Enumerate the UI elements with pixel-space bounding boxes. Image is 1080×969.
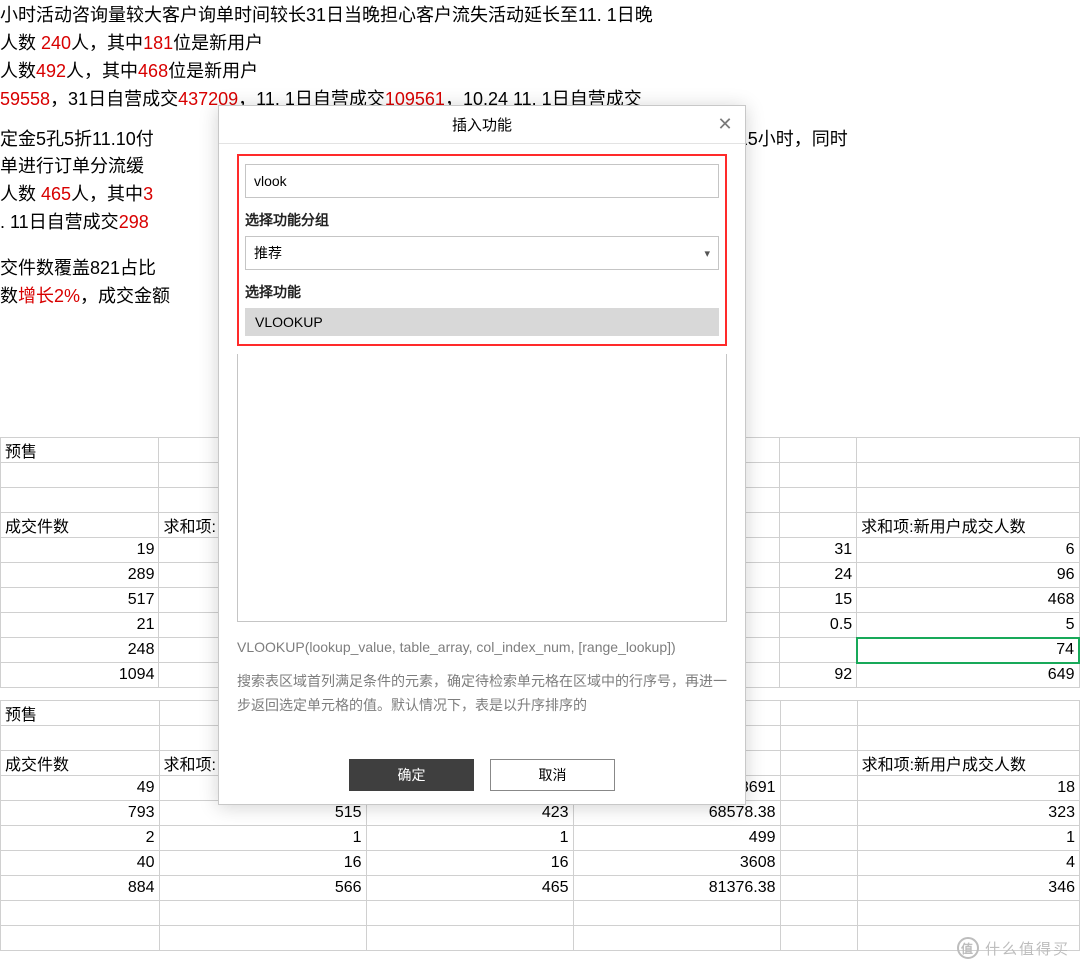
function-group-select[interactable]: 推荐 ▾ xyxy=(245,236,719,270)
table-row: 40161636084 xyxy=(1,851,1080,876)
table-row: 2114991 xyxy=(1,826,1080,851)
ok-button[interactable]: 确定 xyxy=(349,759,474,791)
function-description: VLOOKUP(lookup_value, table_array, col_i… xyxy=(237,636,727,746)
active-cell[interactable]: 74 xyxy=(857,638,1079,663)
select-value: 推荐 xyxy=(254,243,282,263)
group-label: 选择功能分组 xyxy=(245,210,719,230)
function-search-input[interactable] xyxy=(245,164,719,198)
function-list-label: 选择功能 xyxy=(245,282,719,302)
close-icon[interactable]: ✕ xyxy=(713,112,737,136)
presale-label[interactable]: 预售 xyxy=(1,438,159,463)
table-row xyxy=(1,926,1080,951)
table-row xyxy=(1,901,1080,926)
function-description-text: 搜索表区域首列满足条件的元素，确定待检索单元格在区域中的行序号，再进一步返回选定… xyxy=(237,670,727,718)
dialog-footer: 确定 取消 xyxy=(219,746,745,804)
annotation-highlight: 选择功能分组 推荐 ▾ 选择功能 VLOOKUP xyxy=(237,154,727,346)
presale-label[interactable]: 预售 xyxy=(1,701,160,726)
col-header[interactable]: 求和项:新用户成交人数 xyxy=(857,751,1079,776)
function-signature: VLOOKUP(lookup_value, table_array, col_i… xyxy=(237,636,727,660)
watermark: 值 什么值得买 xyxy=(957,937,1070,959)
dialog-titlebar: 插入功能 ✕ xyxy=(219,106,745,144)
function-list[interactable] xyxy=(237,354,727,622)
watermark-icon: 值 xyxy=(957,937,979,959)
function-list-item[interactable]: VLOOKUP xyxy=(245,308,719,336)
watermark-text: 什么值得买 xyxy=(985,938,1070,959)
insert-function-dialog: 插入功能 ✕ 选择功能分组 推荐 ▾ 选择功能 VLOOKUP VLOOKUP(… xyxy=(218,105,746,805)
col-header[interactable]: 成交件数 xyxy=(1,513,159,538)
col-header[interactable]: 成交件数 xyxy=(1,751,160,776)
bg-line-1: 小时活动咨询量较大客户询单时间较长31日当晚担心客户流失活动延长至11. 1日晚 xyxy=(0,5,653,25)
chevron-down-icon: ▾ xyxy=(704,247,710,260)
dialog-body: 选择功能分组 推荐 ▾ 选择功能 VLOOKUP VLOOKUP(lookup_… xyxy=(219,144,745,746)
table-row: 88456646581376.38346 xyxy=(1,876,1080,901)
dialog-title: 插入功能 xyxy=(452,114,512,135)
cancel-button[interactable]: 取消 xyxy=(490,759,615,791)
col-header[interactable]: 求和项:新用户成交人数 xyxy=(857,513,1079,538)
